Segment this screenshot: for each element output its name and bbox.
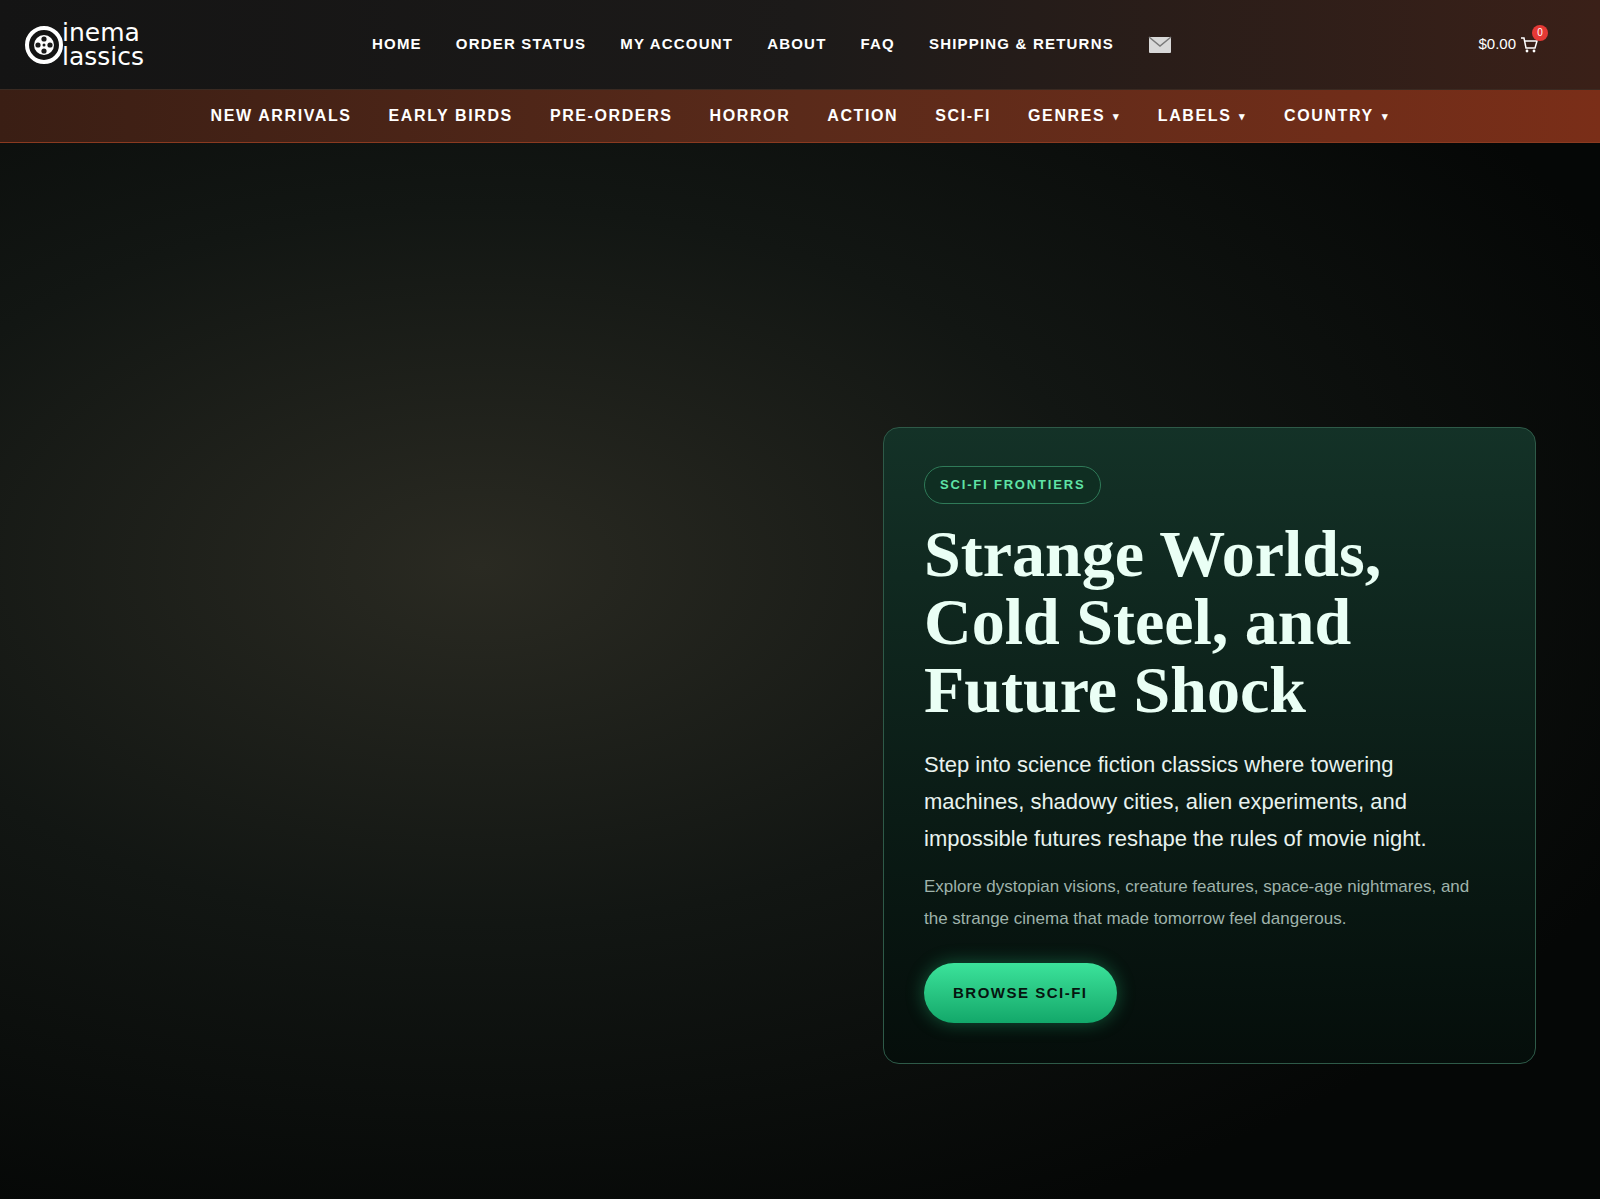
category-item[interactable]: COUNTRY▾ <box>1284 104 1389 128</box>
hero-card: SCI-FI FRONTIERS Strange Worlds, Cold Ste… <box>883 427 1536 1064</box>
caret-icon: ▾ <box>1382 108 1390 125</box>
cart-total: $0.00 <box>1478 33 1516 56</box>
category-bar: NEW ARRIVALS EARLY BIRDS PRE-ORDERS HORROR A… <box>0 90 1600 143</box>
browse-button[interactable]: BROWSE SCI-FI <box>924 963 1117 1024</box>
nav-item[interactable]: ORDER STATUS <box>456 33 587 56</box>
top-header: inemalassics HOME ORDER STATUS MY ACCOUNT AB… <box>0 0 1600 90</box>
nav-item[interactable]: SHIPPING & RETURNS <box>929 33 1114 56</box>
nav-item[interactable]: MY ACCOUNT <box>620 33 733 56</box>
hero-sub: Explore dystopian visions, creature feat… <box>924 871 1495 935</box>
category-item[interactable]: LABELS▾ <box>1158 104 1247 128</box>
category-item[interactable]: PRE-ORDERS <box>550 104 673 128</box>
envelope-icon[interactable] <box>1148 36 1172 54</box>
cart[interactable]: $0.000 <box>1478 33 1538 56</box>
logo[interactable]: inemalassics <box>24 21 224 69</box>
category-item[interactable]: NEW ARRIVALS <box>211 104 352 128</box>
category-item[interactable]: EARLY BIRDS <box>389 104 513 128</box>
category-item[interactable]: GENRES▾ <box>1028 104 1121 128</box>
caret-icon: ▾ <box>1113 108 1121 125</box>
category-item[interactable]: HORROR <box>710 104 791 128</box>
page: inemalassics HOME ORDER STATUS MY ACCOUNT AB… <box>0 0 1600 1199</box>
nav-item[interactable]: ABOUT <box>767 33 826 56</box>
logo-line1: inema <box>62 21 144 45</box>
logo-line2: lassics <box>62 45 144 69</box>
nav-item[interactable]: HOME <box>372 33 422 56</box>
hero-badge: SCI-FI FRONTIERS <box>924 466 1101 504</box>
category-item[interactable]: SCI-FI <box>935 104 991 128</box>
hero-lead: Step into science fiction classics where… <box>924 746 1495 857</box>
hero-title: Strange Worlds, Cold Steel, and Future S… <box>924 520 1495 724</box>
cart-badge: 0 <box>1532 25 1548 41</box>
category-item[interactable]: ACTION <box>827 104 898 128</box>
caret-icon: ▾ <box>1239 108 1247 125</box>
film-reel-icon <box>24 25 64 65</box>
nav-item[interactable]: FAQ <box>861 33 895 56</box>
main-nav: HOME ORDER STATUS MY ACCOUNT ABOUT FAQ SHIPPI… <box>372 33 1172 56</box>
hero: SCI-FI FRONTIERS Strange Worlds, Cold Ste… <box>0 143 1600 1199</box>
